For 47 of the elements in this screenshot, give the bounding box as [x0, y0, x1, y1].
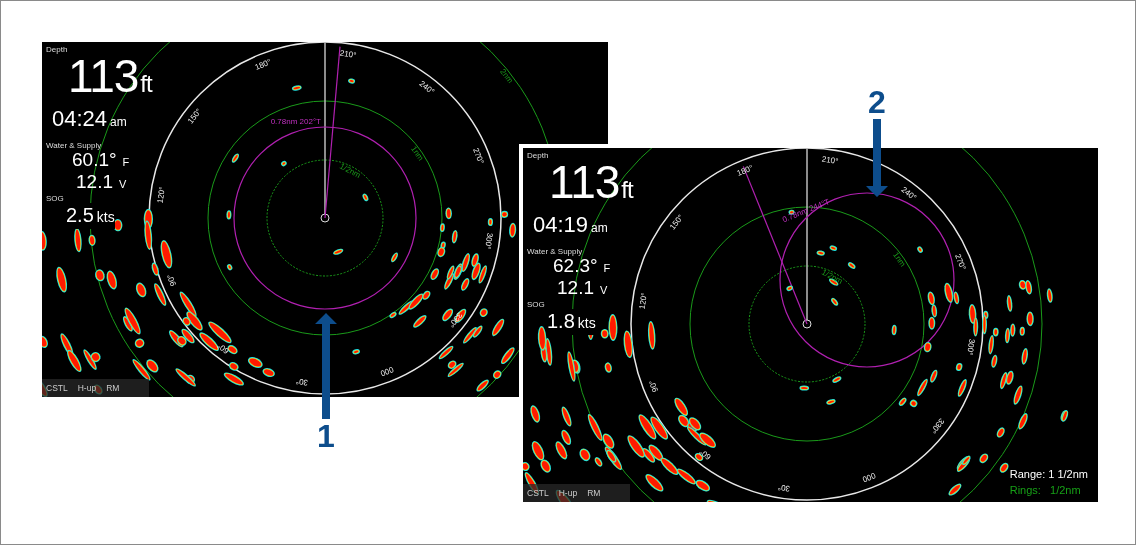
bearing-label: 000: [861, 470, 877, 484]
bearing-label: 30°: [777, 482, 791, 494]
mode-button[interactable]: H-up: [558, 488, 578, 498]
callout-number: 2: [868, 85, 886, 119]
bearing-label: 270°: [953, 252, 968, 272]
mode-button[interactable]: RM: [587, 488, 601, 498]
mode-button[interactable]: H-up: [77, 383, 97, 393]
rings-label: Rings: 1/2nm: [1009, 482, 1081, 498]
bearing-label: 300°: [483, 232, 495, 250]
water-supply-label: Water & Supply: [46, 141, 103, 150]
depth-reading: 113ft: [549, 160, 633, 210]
speed-reading: 1.8 kts: [547, 309, 596, 335]
bearing-label: 000: [379, 364, 395, 378]
voltage-reading: 12.1 V: [557, 278, 609, 300]
bearing-label: 240°: [417, 79, 437, 97]
bearing-label: 120°: [637, 292, 649, 310]
bearing-label: 180°: [253, 57, 273, 72]
temperature-reading: 60.1° F: [72, 150, 131, 172]
bearing-label: 30°: [295, 376, 309, 388]
bearing-label: 240°: [899, 185, 919, 203]
callout-number: 1: [317, 419, 335, 453]
sog-label: SOG: [527, 300, 546, 309]
bearing-label: 210°: [821, 154, 839, 166]
time-reading: 04:24 am: [52, 106, 128, 133]
depth-label: Depth: [527, 151, 550, 160]
speed-reading: 2.5 kts: [66, 203, 115, 229]
bearing-label: 90°: [647, 378, 661, 394]
bearing-label: 60°: [215, 341, 231, 356]
mode-button[interactable]: CSTL: [46, 383, 68, 393]
bearing-label: 300°: [965, 338, 977, 356]
water-supply-label: Water & Supply: [527, 247, 584, 256]
bearing-label: 270°: [471, 146, 486, 166]
bearing-label: 120°: [155, 186, 167, 204]
mode-button[interactable]: CSTL: [527, 488, 549, 498]
bearing-label: 180°: [735, 163, 755, 178]
voltage-reading: 12.1 V: [76, 172, 128, 194]
bearing-label: 90°: [165, 272, 179, 288]
mode-button[interactable]: RM: [106, 383, 120, 393]
bearing-label: 60°: [697, 447, 713, 462]
depth-reading: 113ft: [68, 54, 152, 104]
bearing-label: 210°: [339, 48, 357, 60]
sog-label: SOG: [46, 194, 65, 203]
depth-label: Depth: [46, 45, 69, 54]
temperature-reading: 62.3° F: [553, 256, 612, 278]
time-reading: 04:19 am: [533, 212, 609, 239]
vrm-ebl-label: 0.78nm 202°T: [270, 117, 321, 126]
vrm-ebl-label: 0.78nm 244°T: [781, 197, 832, 225]
